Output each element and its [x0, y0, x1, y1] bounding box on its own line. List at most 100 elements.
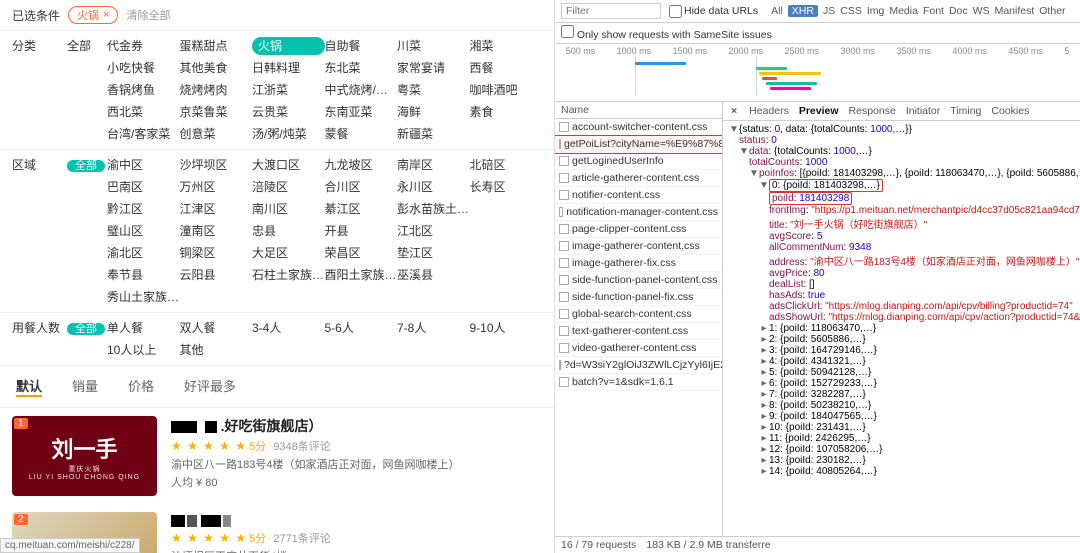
hide-data-urls-checkbox[interactable]: Hide data URLs: [669, 5, 758, 18]
filter-option[interactable]: 九龙坡区: [325, 154, 398, 176]
request-row[interactable]: ?d=W3siY2glOiJ3ZWlLCjzYyl6IjE2ZODA...: [555, 357, 722, 374]
filter-option[interactable]: 其他美食: [180, 57, 253, 79]
filter-option[interactable]: 石柱土家族自治县: [252, 264, 325, 286]
tab-response[interactable]: Response: [849, 105, 896, 117]
filter-option[interactable]: 江北区: [397, 220, 470, 242]
filter-option[interactable]: 巫溪县: [397, 264, 470, 286]
request-row[interactable]: global-search-content.css: [555, 306, 722, 323]
filter-option[interactable]: 素食: [470, 101, 543, 123]
request-row[interactable]: image-gatherer-content.css: [555, 238, 722, 255]
filter-option[interactable]: 南川区: [252, 198, 325, 220]
filter-type-all[interactable]: All: [771, 5, 783, 17]
samesite-checkbox[interactable]: Only show requests with SameSite issues: [561, 29, 772, 41]
tab-cookies[interactable]: Cookies: [991, 105, 1029, 117]
filter-option[interactable]: 代金券: [107, 35, 180, 57]
filter-option[interactable]: 台湾/客家菜: [107, 123, 180, 145]
request-row[interactable]: article-gatherer-content.css: [555, 170, 722, 187]
filter-input[interactable]: [561, 3, 661, 19]
filter-option[interactable]: 渝中区: [107, 154, 180, 176]
sort-default[interactable]: 默认: [16, 376, 42, 397]
filter-option[interactable]: [252, 286, 325, 308]
filter-option[interactable]: [470, 264, 543, 286]
filter-option[interactable]: 合川区: [325, 176, 398, 198]
filter-option[interactable]: 蛋糕甜点: [180, 35, 253, 57]
filter-option[interactable]: 沙坪坝区: [180, 154, 253, 176]
filter-type-doc[interactable]: Doc: [949, 5, 968, 17]
tab-headers[interactable]: Headers: [749, 105, 789, 117]
filter-option[interactable]: [470, 220, 543, 242]
waterfall-bar[interactable]: [762, 77, 777, 80]
filter-option[interactable]: 江浙菜: [252, 79, 325, 101]
filter-option[interactable]: 单人餐: [107, 317, 180, 339]
review-count[interactable]: 2771条评论: [273, 533, 330, 545]
filter-option[interactable]: [252, 339, 325, 361]
request-row[interactable]: notification-manager-content.css: [555, 204, 722, 221]
filter-option[interactable]: 云贵菜: [252, 101, 325, 123]
request-row[interactable]: getLoginedUserInfo: [555, 153, 722, 170]
filter-option[interactable]: 10人以上: [107, 339, 180, 361]
sort-best[interactable]: 好评最多: [184, 376, 236, 397]
filter-option[interactable]: 涪陵区: [252, 176, 325, 198]
filter-option[interactable]: 潼南区: [180, 220, 253, 242]
filter-type-img[interactable]: Img: [867, 5, 885, 17]
tab-initiator[interactable]: Initiator: [906, 105, 940, 117]
filter-option[interactable]: 7-8人: [397, 317, 470, 339]
filter-option[interactable]: 万州区: [180, 176, 253, 198]
clear-all-link[interactable]: 清除全部: [126, 7, 170, 23]
filter-option[interactable]: 东北菜: [325, 57, 398, 79]
filter-option[interactable]: 汤/粥/炖菜: [252, 123, 325, 145]
request-row[interactable]: batch?v=1&sdk=1.6.1: [555, 374, 722, 391]
request-list[interactable]: Name account-switcher-content.cssgetPoiL…: [555, 102, 723, 536]
filter-type-manifest[interactable]: Manifest: [995, 5, 1035, 17]
filter-type-xhr[interactable]: XHR: [788, 5, 818, 17]
filter-option[interactable]: 自助餐: [325, 35, 398, 57]
filter-option[interactable]: 奉节县: [107, 264, 180, 286]
filter-option[interactable]: 西北菜: [107, 101, 180, 123]
filter-option[interactable]: [397, 286, 470, 308]
request-row[interactable]: side-function-panel-content.css: [555, 272, 722, 289]
request-row[interactable]: account-switcher-content.css: [555, 119, 722, 136]
filter-option[interactable]: 綦江区: [325, 198, 398, 220]
request-row[interactable]: text-gatherer-content.css: [555, 323, 722, 340]
filter-option[interactable]: 川菜: [397, 35, 470, 57]
filter-type-css[interactable]: CSS: [840, 5, 862, 17]
filter-option[interactable]: [470, 123, 543, 145]
filter-option[interactable]: 创意菜: [180, 123, 253, 145]
tab-preview[interactable]: Preview: [799, 105, 839, 117]
filter-option[interactable]: [470, 242, 543, 264]
filter-option[interactable]: 江津区: [180, 198, 253, 220]
filter-option[interactable]: 小吃快餐: [107, 57, 180, 79]
waterfall-bar[interactable]: [635, 62, 686, 65]
filter-option[interactable]: 湘菜: [470, 35, 543, 57]
close-icon[interactable]: ×: [103, 9, 109, 21]
filter-option[interactable]: 北碚区: [470, 154, 543, 176]
filter-option[interactable]: 巴南区: [107, 176, 180, 198]
filter-option[interactable]: 垫江区: [397, 242, 470, 264]
waterfall-bar[interactable]: [766, 82, 817, 85]
filter-type-font[interactable]: Font: [923, 5, 944, 17]
filter-option[interactable]: 其他: [180, 339, 253, 361]
filter-option[interactable]: 云阳县: [180, 264, 253, 286]
filter-option[interactable]: 9-10人: [470, 317, 543, 339]
preview-json[interactable]: ▼{status: 0, data: {totalCounts: 1000,…}…: [723, 121, 1080, 536]
filter-option[interactable]: 东南亚菜: [325, 101, 398, 123]
filter-option[interactable]: 永川区: [397, 176, 470, 198]
filter-option[interactable]: 家常宴请: [397, 57, 470, 79]
filter-option[interactable]: 荣昌区: [325, 242, 398, 264]
filter-option[interactable]: 铜梁区: [180, 242, 253, 264]
filter-type-js[interactable]: JS: [823, 5, 835, 17]
filter-type-media[interactable]: Media: [889, 5, 918, 17]
filter-option[interactable]: [470, 286, 543, 308]
filter-option[interactable]: 3-4人: [252, 317, 325, 339]
waterfall-bar[interactable]: [759, 72, 821, 75]
filter-option[interactable]: 大足区: [252, 242, 325, 264]
filter-option[interactable]: 双人餐: [180, 317, 253, 339]
filter-option[interactable]: 蒙餐: [325, 123, 398, 145]
request-row[interactable]: side-function-panel-fix.css: [555, 289, 722, 306]
sort-price[interactable]: 价格: [128, 376, 154, 397]
filter-option[interactable]: [325, 339, 398, 361]
result-item[interactable]: 1 刘一手 重庆火锅 LIU YI SHOU CHONG QING .好吃街旗舰…: [0, 408, 554, 504]
filter-type-other[interactable]: Other: [1039, 5, 1065, 17]
request-row[interactable]: getPoiList?cityName=%E9%87%8D%E...: [555, 136, 722, 153]
review-count[interactable]: 9348条评论: [273, 441, 330, 453]
